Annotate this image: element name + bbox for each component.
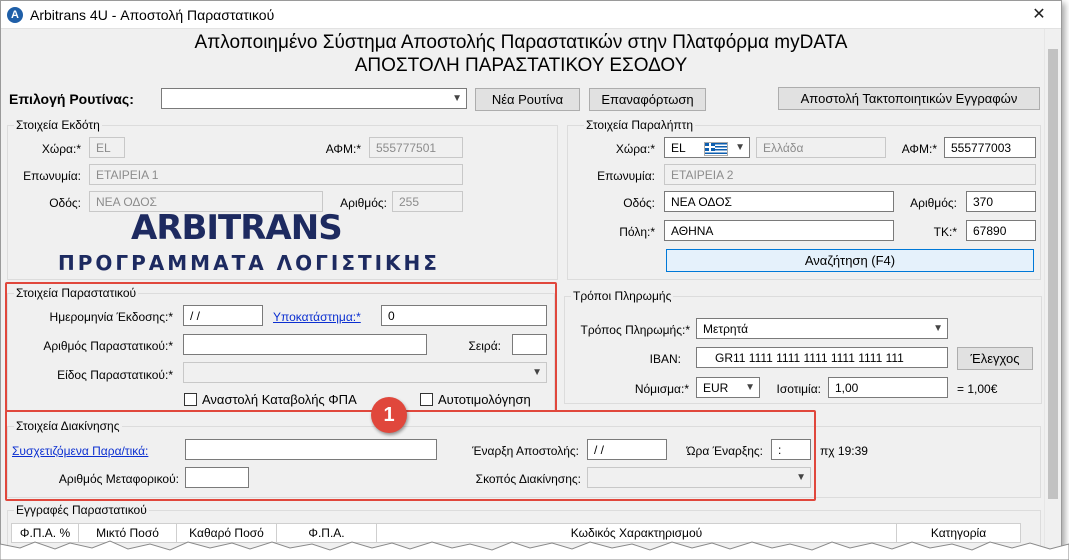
payment-group-title: Τρόποι Πληρωμής (571, 289, 674, 303)
issuer-group-title: Στοιχεία Εκδότη (14, 118, 102, 132)
recipient-city-label: Πόλη:* (619, 225, 655, 239)
routine-label: Επιλογή Ρουτίνας: (9, 91, 134, 107)
recipient-zip-field[interactable]: 67890 (966, 220, 1036, 241)
recipient-name-field[interactable]: ΕΤΑΙΡΕΙΑ 2 (664, 164, 1036, 185)
issuer-street-label: Οδός: (49, 196, 81, 210)
new-routine-button[interactable]: Νέα Ρουτίνα (475, 88, 580, 111)
chevron-down-icon: ▼ (452, 93, 462, 104)
recipient-zip-label: ΤΚ:* (933, 225, 957, 239)
logo-tagline: ΠΡΟΓΡΑΜΜΑΤΑ ΛΟΓΙΣΤΙΚΗΣ (58, 251, 440, 275)
recipient-afm-label: ΑΦΜ:* (901, 142, 937, 156)
annotation-badge: 1 (371, 397, 407, 433)
iban-label: IBAN: (649, 352, 681, 366)
exchange-rate-label: Ισοτιμία: (776, 382, 821, 396)
page-subtitle: ΑΠΟΣΤΟΛΗ ΠΑΡΑΣΤΑΤΙΚΟΥ ΕΣΟΔΟΥ (354, 55, 688, 76)
recipient-street-field[interactable]: ΝΕΑ ΟΔΟΣ (664, 191, 894, 212)
close-button[interactable]: ✕ (1017, 1, 1061, 29)
iban-check-button[interactable]: Έλεγχος (957, 347, 1033, 370)
recipient-group-title: Στοιχεία Παραλήπτη (584, 118, 696, 132)
search-button[interactable]: Αναζήτηση (F4) (666, 249, 1034, 272)
currency-label: Νόμισμα:* (634, 382, 689, 396)
recipient-country-label: Χώρα:* (615, 142, 655, 156)
scrollbar-thumb[interactable] (1048, 49, 1058, 499)
payment-method-select[interactable]: Μετρητά ▼ (696, 318, 948, 339)
payment-method-value: Μετρητά (703, 322, 749, 336)
entries-group-title: Εγγραφές Παραστατικού (14, 503, 149, 517)
recipient-number-label: Αριθμός: (910, 196, 957, 210)
vertical-scrollbar[interactable] (1044, 29, 1061, 551)
chevron-down-icon: ▼ (745, 382, 755, 393)
recipient-number-field[interactable]: 370 (966, 191, 1036, 212)
currency-value: EUR (703, 381, 729, 395)
iban-field[interactable]: GR11 1111 1111 1111 1111 1111 111 (696, 347, 948, 368)
issuer-number-field[interactable]: 255 (392, 191, 463, 212)
highlight-document-section (5, 282, 557, 412)
recipient-country-code: EL (671, 141, 686, 155)
recipient-name-label: Επωνυμία: (597, 169, 655, 183)
recipient-country-name[interactable]: Ελλάδα (756, 137, 886, 158)
exchange-rate-field[interactable]: 1,00 (828, 377, 948, 398)
recipient-city-field[interactable]: ΑΘΗΝΑ (664, 220, 894, 241)
exchange-rate-result: = 1,00€ (957, 382, 998, 396)
page-title: Απλοποιημένο Σύστημα Αποστολής Παραστατι… (194, 32, 848, 53)
recipient-afm-field[interactable]: 555777003 (944, 137, 1036, 158)
greek-flag-icon (704, 142, 728, 156)
issuer-country-label: Χώρα:* (41, 142, 81, 156)
issuer-name-label: Επωνυμία: (23, 169, 81, 183)
title-bar: A Arbitrans 4U - Αποστολή Παραστατικού ✕ (1, 1, 1061, 29)
issuer-afm-label: ΑΦΜ:* (325, 142, 361, 156)
routine-select[interactable]: ▼ (161, 88, 467, 109)
app-icon: A (7, 7, 23, 23)
torn-edge (0, 540, 1069, 560)
window-title: Arbitrans 4U - Αποστολή Παραστατικού (30, 7, 275, 23)
payment-method-label: Τρόπος Πληρωμής:* (580, 323, 690, 337)
issuer-name-field[interactable]: ΕΤΑΙΡΕΙΑ 1 (89, 164, 463, 185)
send-corrections-button[interactable]: Αποστολή Τακτοποιητικών Εγγραφών (778, 87, 1040, 110)
currency-select[interactable]: EUR ▼ (696, 377, 760, 398)
highlight-movement-section (5, 410, 816, 501)
recipient-street-label: Οδός: (623, 196, 655, 210)
chevron-down-icon: ▼ (735, 142, 745, 153)
reload-button[interactable]: Επαναφόρτωση (589, 88, 706, 111)
chevron-down-icon: ▼ (933, 323, 943, 334)
issuer-country-field[interactable]: EL (89, 137, 125, 158)
time-example: πχ 19:39 (820, 444, 868, 458)
issuer-afm-field[interactable]: 555777501 (369, 137, 463, 158)
arbitrans-logo: ARBITRANS (131, 208, 343, 248)
